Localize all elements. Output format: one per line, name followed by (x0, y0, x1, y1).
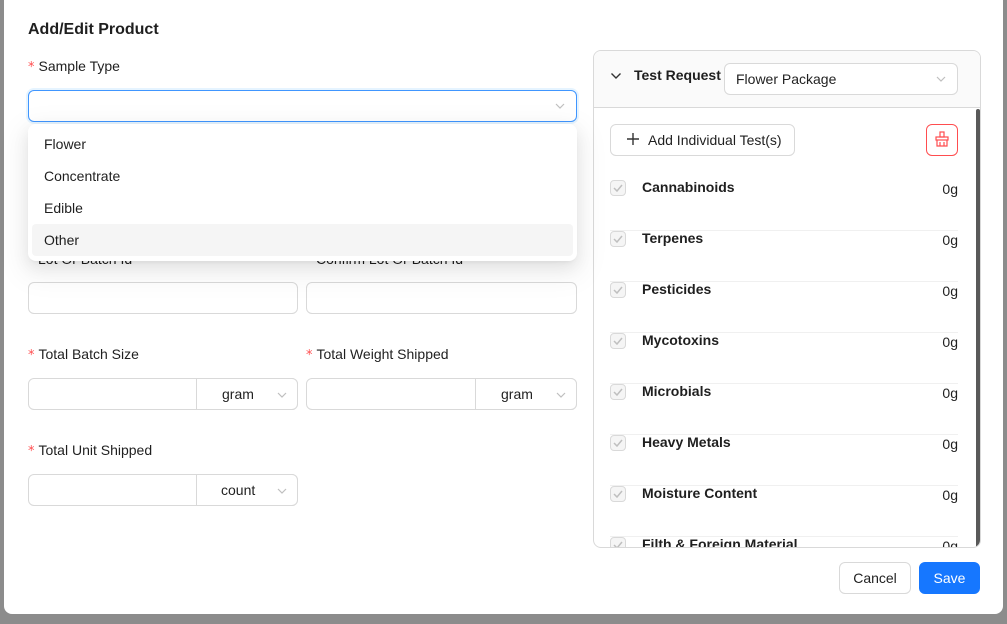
chevron-down-icon (556, 390, 566, 400)
dropdown-option-concentrate[interactable]: Concentrate (32, 160, 573, 192)
dropdown-option-edible[interactable]: Edible (32, 192, 573, 224)
chevron-down-icon (277, 390, 287, 400)
test-amount: 0g (942, 487, 958, 503)
add-edit-product-modal: Add/Edit Product *Sample Type Lot Or Bat… (4, 0, 1003, 614)
test-request-header: Test Request Flower Package (594, 51, 980, 108)
test-name: Pesticides (642, 281, 712, 297)
unit-shipped-unit-value: count (221, 482, 256, 498)
test-checkbox[interactable] (610, 180, 626, 196)
test-row[interactable]: Terpenes 0g (610, 230, 958, 282)
test-amount: 0g (942, 385, 958, 401)
required-mark: * (28, 60, 35, 75)
scrollbar[interactable] (976, 109, 980, 547)
test-checkbox[interactable] (610, 435, 626, 451)
test-name: Mycotoxins (642, 332, 720, 348)
test-row[interactable]: Mycotoxins 0g (610, 332, 958, 384)
confirm-lot-id-input[interactable] (306, 282, 577, 314)
test-row[interactable]: Cannabinoids 0g (610, 179, 958, 231)
weight-shipped-unit-value: gram (501, 386, 533, 402)
broom-icon (934, 130, 950, 150)
test-row[interactable]: Microbials 0g (610, 383, 958, 435)
test-name: Heavy Metals (642, 434, 731, 450)
modal-title: Add/Edit Product (28, 21, 159, 38)
test-name: Terpenes (642, 230, 704, 246)
test-checkbox[interactable] (610, 384, 626, 400)
test-amount: 0g (942, 283, 958, 299)
unit-shipped-unit-select[interactable]: count (196, 474, 298, 506)
package-select-value: Flower Package (736, 71, 837, 87)
test-name: Microbials (642, 383, 712, 399)
test-checkbox[interactable] (610, 282, 626, 298)
test-checkbox[interactable] (610, 333, 626, 349)
add-individual-tests-label: Add Individual Test(s) (648, 132, 782, 148)
test-row[interactable]: Moisture Content 0g (610, 485, 958, 537)
test-amount: 0g (942, 232, 958, 248)
test-amount: 0g (942, 181, 958, 197)
test-checkbox[interactable] (610, 231, 626, 247)
package-select[interactable]: Flower Package (724, 63, 958, 95)
test-row[interactable]: Filth & Foreign Material 0g (610, 536, 958, 548)
test-name: Moisture Content (642, 485, 758, 501)
chevron-down-icon (277, 486, 287, 496)
sample-type-select[interactable] (28, 90, 577, 122)
total-unit-shipped-label: * Total Unit Shipped (28, 442, 153, 459)
sample-type-dropdown: Flower Concentrate Edible Other (28, 124, 577, 261)
clear-tests-button[interactable] (926, 124, 958, 156)
dropdown-option-flower[interactable]: Flower (32, 128, 573, 160)
total-batch-size-input[interactable]: gram (28, 378, 298, 410)
test-amount: 0g (942, 334, 958, 350)
collapse-chevron-icon[interactable] (610, 69, 622, 81)
save-button[interactable]: Save (919, 562, 980, 594)
total-unit-shipped-input[interactable]: count (28, 474, 298, 506)
add-individual-tests-button[interactable]: Add Individual Test(s) (610, 124, 795, 156)
sample-type-label: * Sample Type (28, 58, 120, 75)
test-request-title: Test Request (634, 67, 721, 83)
test-checkbox[interactable] (610, 537, 626, 547)
chevron-down-icon (555, 101, 565, 111)
chevron-down-icon (936, 74, 946, 84)
plus-icon (626, 132, 640, 149)
test-amount: 0g (942, 436, 958, 452)
test-row[interactable]: Pesticides 0g (610, 281, 958, 333)
test-amount: 0g (942, 538, 958, 548)
test-checkbox[interactable] (610, 486, 626, 502)
test-row[interactable]: Heavy Metals 0g (610, 434, 958, 486)
batch-size-unit-select[interactable]: gram (196, 378, 298, 410)
weight-shipped-unit-select[interactable]: gram (475, 378, 577, 410)
test-name: Filth & Foreign Material (642, 536, 798, 548)
test-request-panel: Test Request Flower Package Add Individu… (593, 50, 981, 548)
total-weight-shipped-label: * Total Weight Shipped (306, 346, 449, 363)
cancel-button[interactable]: Cancel (839, 562, 911, 594)
total-weight-shipped-input[interactable]: gram (306, 378, 577, 410)
batch-size-unit-value: gram (222, 386, 254, 402)
test-name: Cannabinoids (642, 179, 735, 195)
total-batch-size-label: * Total Batch Size (28, 346, 139, 363)
dropdown-option-other[interactable]: Other (32, 224, 573, 256)
lot-id-input[interactable] (28, 282, 298, 314)
